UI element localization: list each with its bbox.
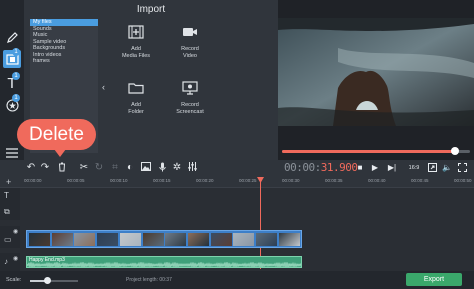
- tile-label-line2: Folder: [128, 108, 144, 115]
- record-screencast-button[interactable]: Record Screencast: [164, 78, 216, 128]
- clip-thumbnail: [187, 233, 209, 246]
- scale-slider[interactable]: [30, 277, 78, 284]
- ruler-tick-label: 00:00:00: [24, 178, 42, 183]
- trash-icon[interactable]: [57, 162, 67, 174]
- category-item[interactable]: frames: [30, 58, 98, 65]
- stop-icon[interactable]: ■: [355, 163, 365, 173]
- track-header-audio: ◉ ♪: [0, 253, 20, 271]
- clip-thumbnail: [119, 233, 141, 246]
- add-media-files-button[interactable]: Add Media Files: [110, 22, 162, 72]
- clip-thumbnail: [51, 233, 73, 246]
- ruler-tick-label: 00:00:40: [368, 178, 386, 183]
- audio-waveform: [27, 262, 301, 267]
- titles-badge: 1: [12, 72, 20, 80]
- clip-thumbnail: [142, 233, 164, 246]
- scale-label: Scale:: [6, 277, 22, 283]
- audio-clip-name: Happy End.mp3: [29, 257, 65, 263]
- ruler-tick-label: 00:00:25: [239, 178, 257, 183]
- scale-slider-knob[interactable]: [43, 277, 51, 284]
- eye-icon[interactable]: ◉: [13, 228, 18, 235]
- clip-thumbnail: [165, 233, 187, 246]
- microphone-icon[interactable]: [157, 162, 167, 174]
- export-button[interactable]: Export: [406, 273, 462, 286]
- rotate-icon[interactable]: ↻: [94, 162, 104, 174]
- clip-thumbnail: [233, 233, 255, 246]
- undo-icon[interactable]: ↶: [26, 162, 36, 174]
- scissors-icon[interactable]: ✂: [78, 162, 90, 174]
- clip-thumbnail: [29, 233, 50, 246]
- edit-toolbar: ↶ ↷ ✂ ↻ ⌗ ◐ ✲: [0, 160, 474, 176]
- video-preview[interactable]: [278, 18, 474, 126]
- speaker-icon[interactable]: ◉: [13, 255, 18, 262]
- crop-icon[interactable]: ⌗: [110, 162, 120, 174]
- status-bar: Scale: Project length: 00:37: [0, 271, 474, 289]
- fullscreen-icon[interactable]: [457, 163, 467, 173]
- camera-icon: [183, 28, 197, 36]
- pencil-icon[interactable]: [3, 28, 21, 46]
- add-folder-button[interactable]: Add Folder: [110, 78, 162, 128]
- ruler-tick-label: 00:00:20: [196, 178, 214, 183]
- project-length: Project length: 00:37: [126, 277, 172, 283]
- video-track-icon: ▭: [4, 235, 12, 244]
- equalizer-icon[interactable]: [187, 162, 197, 174]
- volume-icon[interactable]: 🔈: [442, 163, 452, 173]
- time-ruler[interactable]: 00:00:00 00:00:05 00:00:10 00:00:15 00:00:20…: [0, 176, 474, 188]
- tile-label-line2: Screencast: [176, 108, 204, 115]
- snapshot-icon[interactable]: [427, 163, 437, 173]
- music-note-icon: ♪: [4, 257, 8, 266]
- playback-progress-bar[interactable]: [282, 147, 470, 155]
- ruler-tick-label: 00:00:30: [282, 178, 300, 183]
- screen-record-icon: [182, 81, 198, 95]
- clip-thumbnail: [256, 233, 277, 246]
- audio-clip[interactable]: Happy End.mp3: [26, 256, 302, 268]
- play-icon[interactable]: ▶: [370, 163, 380, 173]
- tile-label-line1: Record: [181, 102, 199, 108]
- image-icon[interactable]: [140, 162, 152, 174]
- timecode-prefix: 00:00:: [284, 161, 321, 174]
- ruler-tick-label: 00:00:35: [325, 178, 343, 183]
- next-frame-icon[interactable]: ▶|: [387, 163, 397, 173]
- add-track-icon[interactable]: +: [6, 177, 11, 187]
- tile-label-line1: Add: [131, 46, 141, 52]
- clip-thumbnail: [97, 233, 119, 246]
- tile-label-line1: Add: [131, 102, 141, 108]
- overlay-track-icon: ⧉: [4, 207, 10, 216]
- clip-thumbnail: [210, 233, 232, 246]
- ruler-tick-label: 00:00:50: [454, 178, 472, 183]
- ruler-tick-label: 00:00:10: [110, 178, 128, 183]
- color-adjust-icon[interactable]: ◐: [125, 162, 135, 174]
- callout-pointer: [54, 149, 66, 157]
- track-header-overlay: ⧉: [0, 204, 20, 220]
- gear-icon[interactable]: ✲: [172, 162, 182, 174]
- clip-thumbnail: [74, 233, 96, 246]
- progress-knob[interactable]: [450, 147, 459, 155]
- waveform-path: [27, 262, 301, 267]
- delete-callout: Delete: [17, 119, 96, 150]
- tile-label-line1: Record: [181, 46, 199, 52]
- clip-thumbnail: [278, 233, 300, 246]
- record-video-button[interactable]: Record Video: [164, 22, 216, 72]
- filters-badge: 1: [12, 48, 20, 56]
- timecode-value: 31.900: [320, 161, 358, 174]
- ruler-tick-label: 00:00:45: [411, 178, 429, 183]
- track-header-text: T: [0, 188, 20, 204]
- redo-icon[interactable]: ↷: [40, 162, 50, 174]
- stickers-badge: 1: [12, 94, 20, 102]
- tile-label-line2: Video: [183, 52, 197, 59]
- ruler-tick-label: 00:00:15: [153, 178, 171, 183]
- aspect-ratio-button[interactable]: 16:9: [407, 163, 421, 173]
- import-title: Import: [136, 4, 166, 15]
- text-track-icon: T: [4, 191, 9, 200]
- video-clip-strip[interactable]: [26, 230, 302, 248]
- timecode-display: 00:00:31.900: [284, 161, 358, 174]
- progress-fill: [282, 150, 455, 153]
- ruler-tick-label: 00:00:05: [67, 178, 85, 183]
- tile-label-line2: Media Files: [121, 52, 151, 59]
- track-header-video: ◉ ▭: [0, 226, 20, 248]
- video-player: [278, 0, 474, 160]
- collapse-chevron-icon[interactable]: ‹: [102, 82, 108, 92]
- film-add-icon: [128, 25, 144, 39]
- folder-icon: [128, 83, 144, 94]
